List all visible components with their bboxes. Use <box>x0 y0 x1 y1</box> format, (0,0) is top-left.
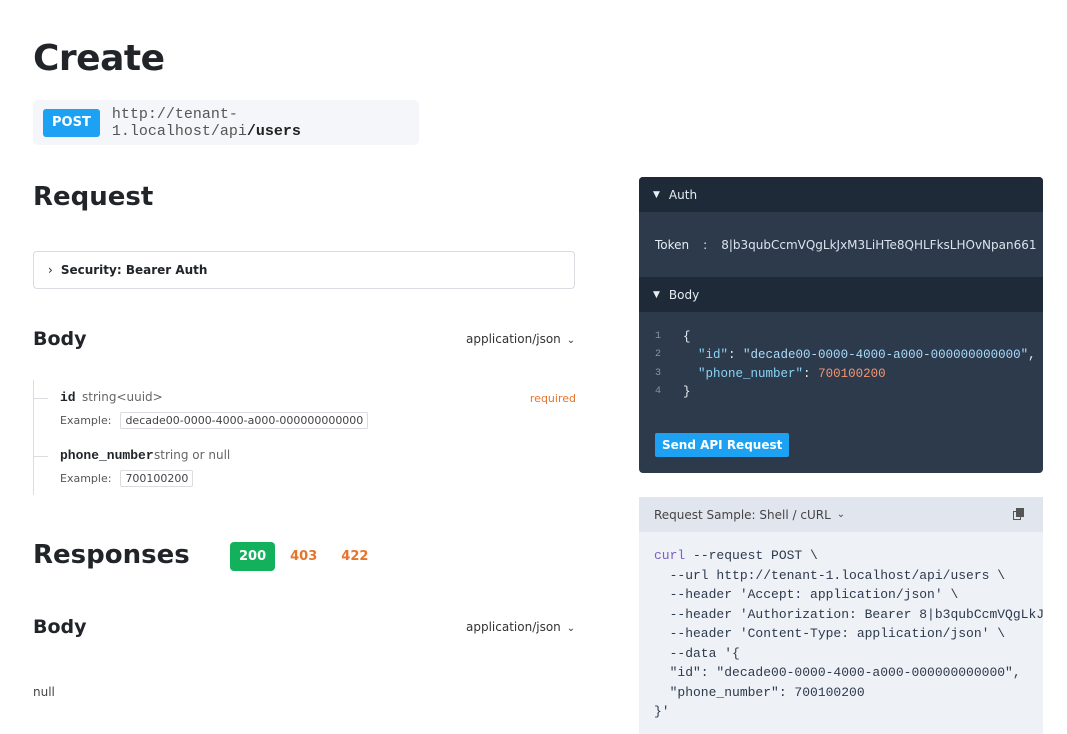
request-body-editor[interactable]: 1{ 2 "id": "decade00-0000-4000-a000-0000… <box>639 312 1043 401</box>
request-field-list: id string<uuid> required Example: decade… <box>33 380 578 495</box>
chevron-down-icon: ⌄ <box>566 623 576 634</box>
endpoint-url: http://tenant-1.localhost/api/users <box>112 106 419 140</box>
request-content-type-value: application/json <box>466 332 561 346</box>
method-badge: POST <box>43 108 100 137</box>
chevron-down-icon: ⌄ <box>836 509 846 520</box>
example-value: decade00-0000-4000-a000-000000000000 <box>120 412 369 429</box>
sample-line: --header 'Authorization: Bearer 8|b3qubC… <box>669 606 1043 622</box>
endpoint-bar: POST http://tenant-1.localhost/api/users <box>33 100 419 145</box>
triangle-down-icon: ▼ <box>653 289 660 300</box>
sample-line: --header 'Content-Type: application/json… <box>654 626 1006 641</box>
security-toggle[interactable]: › Security: Bearer Auth <box>33 251 575 289</box>
example-value: 700100200 <box>120 470 194 487</box>
try-it-panel: ▼ Auth Token : 8|b3qubCcmVQgLkJxM3LiHTe8… <box>639 177 1043 473</box>
triangle-down-icon: ▼ <box>653 189 660 200</box>
example-label: Example: <box>60 472 112 485</box>
response-body-heading: Body <box>33 616 87 638</box>
code-line: 4} <box>655 384 691 399</box>
request-content-type-select[interactable]: application/json ⌄ <box>466 332 575 346</box>
body-label: Body <box>668 287 700 302</box>
sample-line: --header 'Accept: application/json' \ <box>654 587 959 602</box>
security-label: Security: Bearer Auth <box>60 263 208 277</box>
response-code-tabs: 200 403 422 <box>230 542 383 571</box>
token-input[interactable]: 8|b3qubCcmVQgLkJxM3LiHTe8QHLFksLHOvNpan6… <box>721 238 1036 252</box>
sample-line: curl --request POST \ <box>654 548 818 563</box>
sample-line: --url http://tenant-1.localhost/api/user… <box>654 567 1006 583</box>
field-name: id <box>60 390 76 405</box>
code-line: 3 "phone_number": 700100200 <box>655 366 886 381</box>
field-example: Example: 700100200 <box>60 470 194 487</box>
tab-response-403[interactable]: 403 <box>281 542 326 571</box>
chevron-right-icon: › <box>48 263 53 277</box>
chevron-down-icon: ⌄ <box>566 335 576 346</box>
tab-response-422[interactable]: 422 <box>332 542 377 571</box>
field-example: Example: decade00-0000-4000-a000-0000000… <box>60 412 369 429</box>
copy-icon[interactable] <box>1013 508 1025 520</box>
token-row: Token : 8|b3qubCcmVQgLkJxM3LiHTe8QHLFksL… <box>655 237 1037 252</box>
response-body-value: null <box>33 685 55 699</box>
auth-section-toggle[interactable]: ▼ Auth <box>639 177 1043 212</box>
code-line: 1{ <box>655 330 691 344</box>
response-content-type-select[interactable]: application/json ⌄ <box>466 620 575 634</box>
field-type: string or null <box>154 448 231 462</box>
send-api-request-button[interactable]: Send API Request <box>655 433 790 457</box>
page-title: Create <box>33 38 165 79</box>
example-label: Example: <box>60 414 112 427</box>
sample-line: "id": "decade00-0000-4000-a000-000000000… <box>654 665 1021 680</box>
sample-language-select[interactable]: Request Sample: Shell / cURL ⌄ <box>639 497 1043 532</box>
auth-label: Auth <box>668 187 698 202</box>
sample-header-label: Request Sample: Shell / cURL <box>654 507 831 522</box>
code-line: 2 "id": "decade00-0000-4000-a000-0000000… <box>655 348 1036 363</box>
token-label: Token <box>655 237 690 252</box>
sample-line: "phone_number": 700100200 <box>654 684 865 700</box>
endpoint-url-path: /users <box>246 122 301 140</box>
required-label: required <box>529 392 576 405</box>
response-content-type-value: application/json <box>466 620 561 634</box>
sample-line: }' <box>654 704 670 719</box>
field-type: string<uuid> <box>82 390 163 404</box>
body-section-toggle[interactable]: ▼ Body <box>639 277 1043 312</box>
sample-code: curl --request POST \ --url http://tenan… <box>639 532 1043 722</box>
responses-heading: Responses <box>33 540 190 570</box>
tab-response-200[interactable]: 200 <box>230 542 276 571</box>
endpoint-url-base: http://tenant-1.localhost/api <box>111 105 247 140</box>
field-name: phone_number <box>60 448 154 463</box>
request-sample-panel: Request Sample: Shell / cURL ⌄ curl --req… <box>639 497 1043 734</box>
request-heading: Request <box>33 182 154 212</box>
request-body-heading: Body <box>33 328 87 350</box>
sample-line: --data '{ <box>654 645 740 661</box>
